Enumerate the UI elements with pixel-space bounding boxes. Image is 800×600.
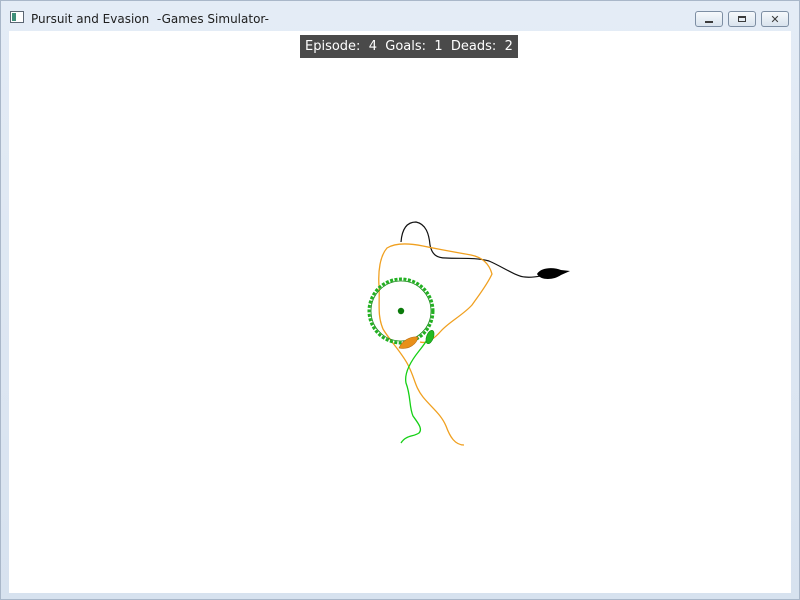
window-title: Pursuit and Evasion -Games Simulator- (31, 12, 269, 26)
goal-center (397, 307, 405, 315)
pursuer-trail (378, 243, 493, 446)
episode-label: Episode: (305, 39, 361, 54)
simulation-scene (367, 221, 570, 446)
deads-value: 2 (504, 39, 513, 54)
deads-label: Deads: (450, 39, 497, 54)
black-agent-trail (400, 221, 547, 278)
simulation-canvas[interactable]: Episode: 4 Goals: 1 Deads: 2 (9, 31, 791, 593)
episode-value: 4 (368, 39, 377, 54)
pursuer-body (398, 336, 419, 349)
close-button[interactable]: ✕ (761, 11, 789, 27)
close-icon: ✕ (770, 12, 780, 26)
app-window-icon[interactable] (10, 11, 24, 23)
evader-trail (400, 335, 430, 444)
app-window: Pursuit and Evasion -Games Simulator- ✕ (0, 0, 800, 600)
goals-value: 1 (434, 39, 443, 54)
black-agent-body (537, 268, 570, 279)
episode-stats-hud: Episode: 4 Goals: 1 Deads: 2 (300, 35, 518, 58)
maximize-icon (738, 16, 746, 22)
minimize-icon (705, 21, 713, 23)
goals-label: Goals: (385, 39, 427, 54)
title-bar[interactable]: Pursuit and Evasion -Games Simulator- ✕ (1, 1, 799, 31)
maximize-button[interactable] (728, 11, 756, 27)
minimize-button[interactable] (695, 11, 723, 27)
